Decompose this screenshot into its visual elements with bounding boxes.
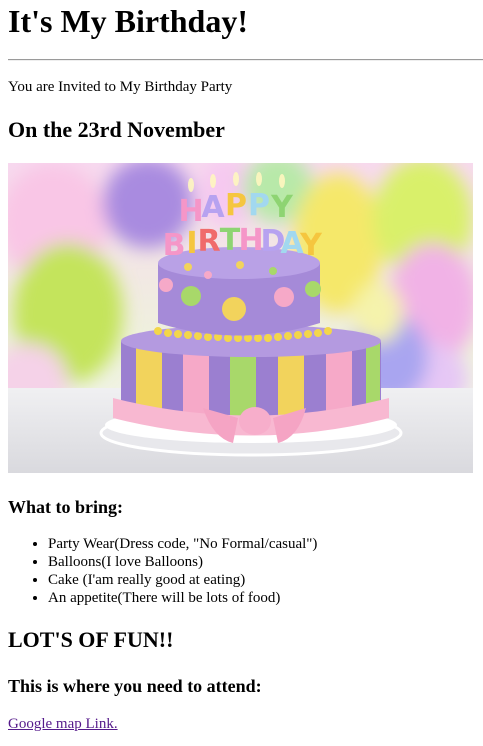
fun-heading: LOT'S OF FUN!!: [8, 627, 174, 652]
page-title: It's My Birthday!: [8, 3, 248, 39]
svg-text:A: A: [201, 190, 225, 225]
list-item: Party Wear(Dress code, "No Formal/casual…: [48, 535, 317, 553]
svg-text:I: I: [186, 226, 197, 261]
attend-heading: This is where you need to attend:: [8, 676, 262, 696]
invite-text: You are Invited to My Birthday Party: [8, 79, 233, 95]
svg-text:B: B: [163, 228, 186, 263]
list-item: Balloons(I love Balloons): [48, 553, 317, 571]
svg-text:Y: Y: [299, 228, 323, 263]
list-item: An appetite(There will be lots of food): [48, 589, 317, 607]
list-item: Cake (I'am really good at eating): [48, 571, 317, 589]
svg-text:R: R: [197, 224, 220, 259]
svg-text:P: P: [225, 188, 247, 223]
google-map-link[interactable]: Google map Link.: [8, 715, 118, 733]
divider: [8, 59, 483, 61]
birthday-cake-image: H A P P Y B I R T H D A Y: [8, 163, 473, 473]
bring-heading: What to bring:: [8, 497, 124, 517]
date-heading: On the 23rd November: [8, 117, 225, 142]
svg-text:P: P: [248, 188, 270, 223]
svg-text:Y: Y: [270, 190, 294, 225]
bring-list: Party Wear(Dress code, "No Formal/casual…: [8, 535, 317, 607]
